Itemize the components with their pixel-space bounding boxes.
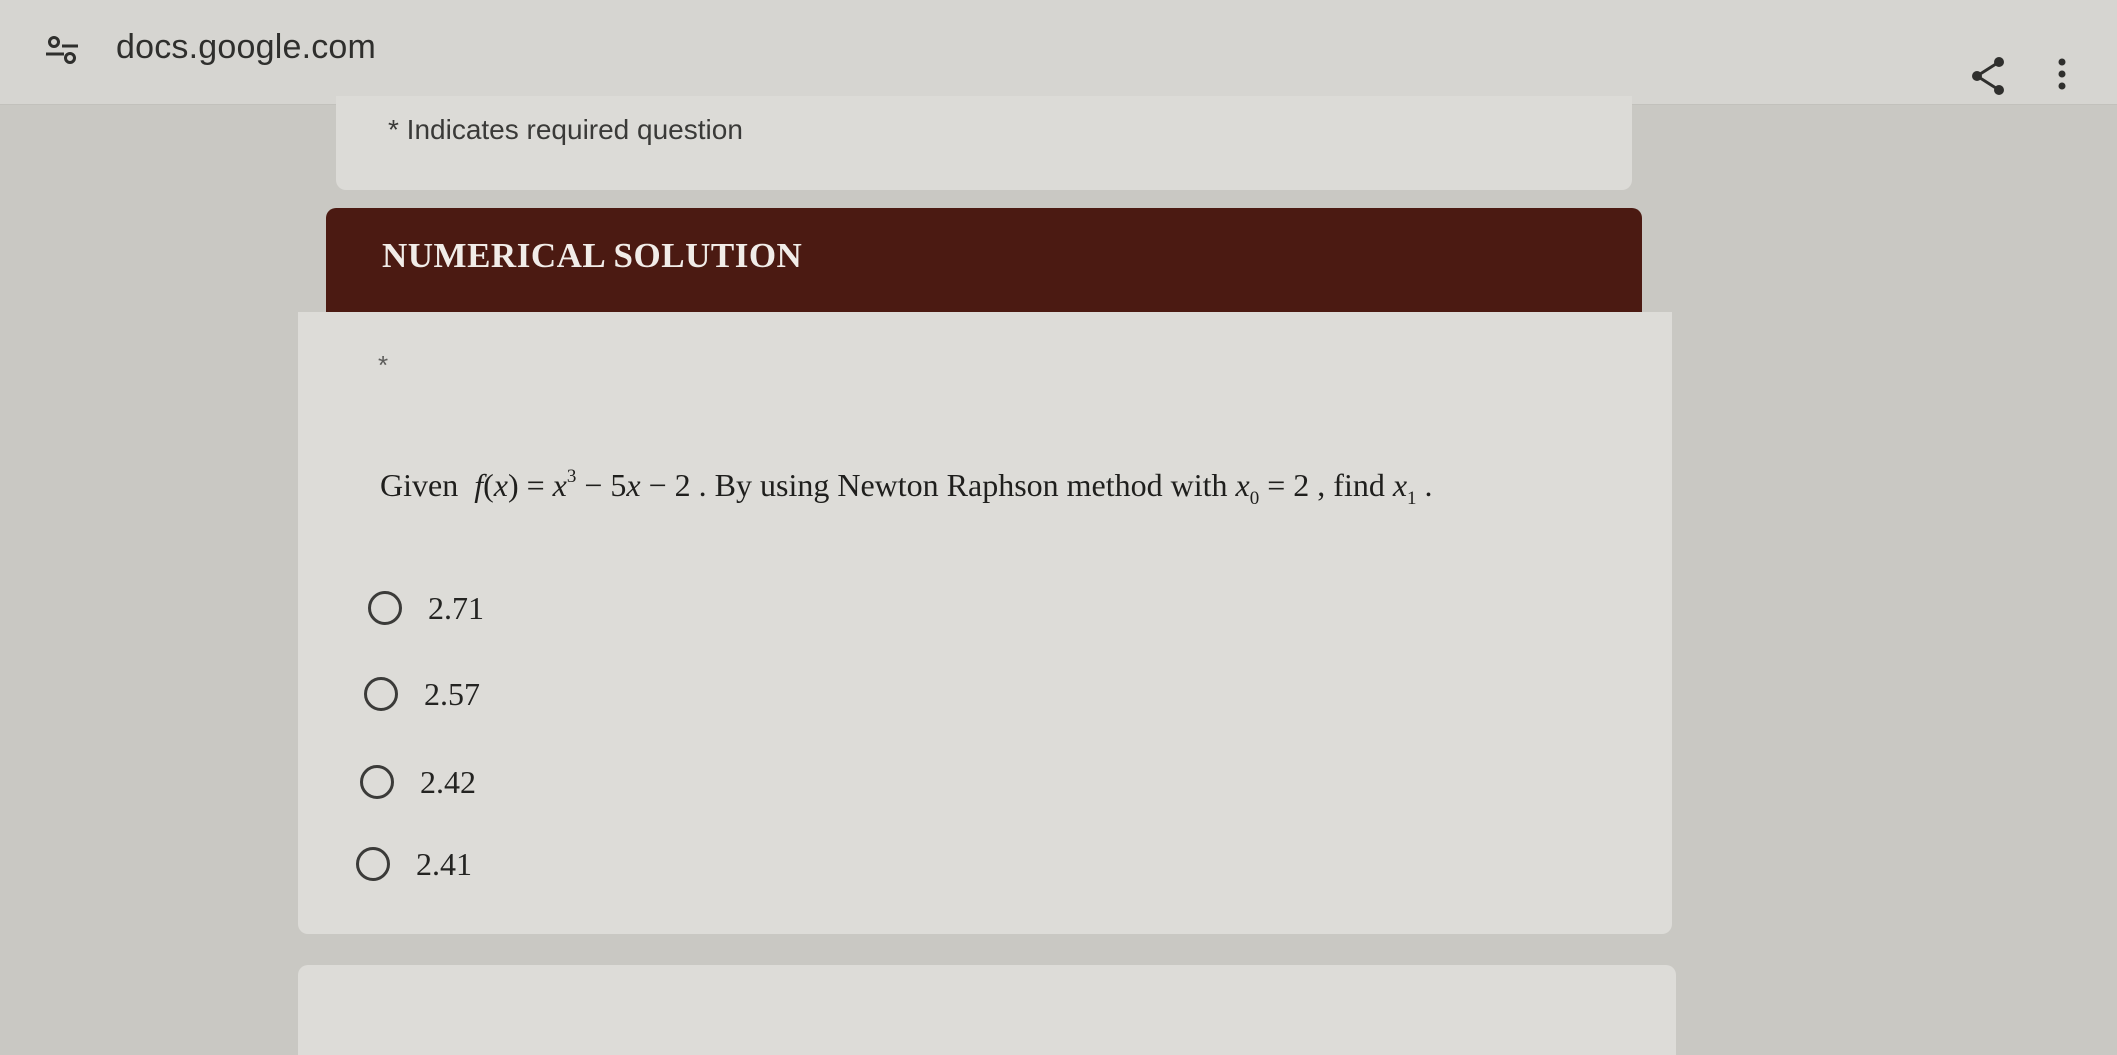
more-vert-icon[interactable] xyxy=(2052,56,2072,96)
form-header-card: * Indicates required question xyxy=(336,96,1632,190)
option-2-42[interactable]: 2.42 xyxy=(360,758,476,806)
required-note: * Indicates required question xyxy=(388,114,743,145)
browser-toolbar: docs.google.com xyxy=(0,0,2117,105)
radio-button[interactable] xyxy=(360,765,394,799)
option-label: 2.41 xyxy=(416,845,472,882)
question-text: Given f(x) = x3 − 5x − 2 . By using Newt… xyxy=(380,466,1433,509)
initial-guess: x0 = 2 xyxy=(1235,467,1310,509)
radio-button[interactable] xyxy=(364,677,398,711)
option-2-57[interactable]: 2.57 xyxy=(364,670,480,718)
required-marker: * xyxy=(378,350,389,380)
site-info-tune-icon[interactable] xyxy=(42,30,82,70)
function-expression: f(x) = x3 − 5x − 2 xyxy=(474,466,691,503)
option-label: 2.42 xyxy=(420,763,476,800)
option-label: 2.71 xyxy=(428,589,484,626)
section-header: NUMERICAL SOLUTION xyxy=(326,208,1642,312)
option-label: 2.57 xyxy=(424,675,480,712)
option-2-71[interactable]: 2.71 xyxy=(368,584,484,632)
option-2-41[interactable]: 2.41 xyxy=(356,840,472,888)
radio-button[interactable] xyxy=(356,847,390,881)
section-title: NUMERICAL SOLUTION xyxy=(382,236,803,275)
next-question-card xyxy=(298,965,1676,1055)
target-variable: x1 xyxy=(1392,467,1417,509)
question-card: * Given f(x) = x3 − 5x − 2 . By using Ne… xyxy=(298,312,1672,934)
radio-button[interactable] xyxy=(368,591,402,625)
url-bar[interactable]: docs.google.com xyxy=(116,28,376,67)
share-icon[interactable] xyxy=(1965,52,2013,100)
